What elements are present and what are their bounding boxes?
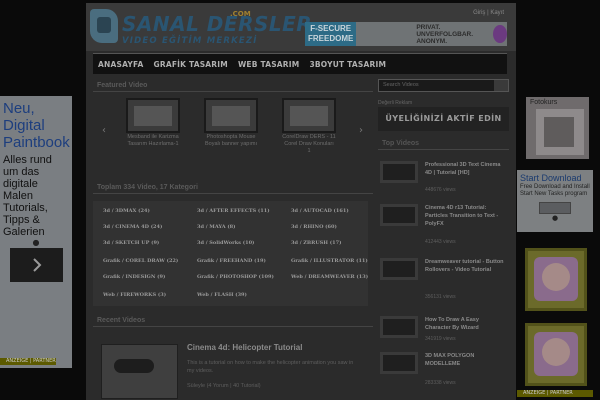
categories-title: Toplam 334 Video, 17 Kategori [93,181,373,194]
category-link[interactable]: 3d / MAYA (8) [197,224,236,230]
right-ad-image[interactable]: Fotokurs [526,97,589,159]
top-video-views: 356131 views [425,294,456,300]
header-ad-brand: F-SECURE FREEDOME [305,22,357,46]
category-link[interactable]: 3d / CINEMA 4D (24) [103,224,162,230]
game-ad[interactable] [525,323,587,386]
featured-thumbnail[interactable] [282,98,336,133]
top-video-thumbnail[interactable] [380,352,418,374]
top-video-title[interactable]: Professional 3D Text Cinema 4D | Tutoria… [425,161,505,177]
nav-item-web[interactable]: WEB TASARIM [233,60,305,69]
featured-caption[interactable]: Mesband ile Karizma Tasarım Hazırlama-1 [126,134,180,148]
top-videos-title: Top Videos [378,137,509,150]
category-link[interactable]: 3d / ZBRUSH (17) [291,240,341,246]
recent-video-thumbnail[interactable] [101,344,178,399]
download-ad-dot-icon: ● [551,214,559,222]
category-link[interactable]: 3d / SolidWorks (10) [197,240,254,246]
recent-title: Recent Videos [93,314,373,327]
download-ad-title: Start Download [520,173,582,183]
site-header: SANAL DERSLER .COM VIDEO EĞİTİM MERKEZİ … [86,3,516,51]
left-ad-title: Neu, Digital Paintbook [3,100,70,151]
category-link[interactable]: Grafik / INDESIGN (9) [103,274,165,280]
top-video-thumbnail[interactable] [380,161,418,183]
category-link[interactable]: 3d / RHINO (60) [291,224,337,230]
top-video-thumbnail[interactable] [380,204,418,226]
top-video-title[interactable]: How To Draw A Easy Character By Wizard [425,316,505,332]
left-ad-arrow-button[interactable] [10,248,63,282]
logo-subtitle: VIDEO EĞİTİM MERKEZİ [122,36,258,46]
top-video-thumbnail[interactable] [380,258,418,280]
category-link[interactable]: 3d / SKETCH UP (9) [103,240,159,246]
sponsor-label: Değerli Reklam [378,100,413,106]
recent-video-title[interactable]: Cinema 4d: Helicopter Tutorial [187,343,302,352]
nav-item-graphic[interactable]: GRAFİK TASARIM [148,60,232,69]
category-link[interactable]: Web / DREAMWEAVER (13) [291,274,368,280]
logo-com: .COM [230,10,251,18]
download-ad-button[interactable] [539,202,571,214]
featured-carousel: ‹ › Mesband ile Karizma Tasarım Hazırlam… [93,95,373,177]
featured-item[interactable]: CorelDraw DERS - 11 Corel Draw Konuları … [282,98,336,155]
header-ad-badge-icon [493,25,507,43]
header-ad-slogan: PRIVAT. UNVERFOLGBAR. ANONYM. [416,23,474,45]
right-ad-strip: ANZEIGE | PARTNER [517,390,593,397]
left-side-ad[interactable]: Neu, Digital Paintbook Alles rund um das… [0,96,72,368]
main-nav: ANASAYFA GRAFİK TASARIM WEB TASARIM 3BOY… [93,53,507,74]
featured-title: Featured Video [93,79,373,92]
logo-text[interactable]: SANAL DERSLER [122,12,312,36]
category-link[interactable]: 3d / 3DMAX (24) [103,208,150,214]
category-link[interactable]: 3d / AFTER EFFECTS (11) [197,208,270,214]
helicopter-image [114,359,154,373]
featured-thumbnail[interactable] [126,98,180,133]
category-link[interactable]: Grafik / FREEHAND (19) [197,258,266,264]
top-video-title[interactable]: Cinema 4D r13 Tutorial: Particles Transi… [425,204,505,228]
header-ad-banner[interactable]: F-SECURE FREEDOME PRIVAT. UNVERFOLGBAR. … [305,22,507,46]
download-ad[interactable]: Start Download Free Download and Install… [517,170,593,232]
carousel-next-icon[interactable]: › [359,125,363,136]
categories-box: 3d / 3DMAX (24) 3d / AFTER EFFECTS (11) … [93,201,368,306]
left-ad-dot-icon: ● [32,238,40,247]
category-link[interactable]: 3d / AUTOCAD (161) [291,208,349,214]
search-button[interactable] [494,80,508,91]
top-video-views: 341919 views [425,336,456,342]
search-input[interactable]: Search Videos [378,79,509,92]
nav-item-home[interactable]: ANASAYFA [93,60,148,69]
featured-item[interactable]: Photoshopta Mouse Boyalı banner yapımı [204,98,258,148]
category-link[interactable]: Grafik / ILLUSTRATOR (11) [291,258,368,264]
featured-caption[interactable]: CorelDraw DERS - 11 Corel Draw Konuları … [282,134,336,155]
chevron-right-icon [32,258,41,272]
top-video-title[interactable]: Dreamweaver tutorial - Button Rollovers … [425,258,505,274]
category-link[interactable]: Grafik / COREL DRAW (22) [103,258,178,264]
right-ad-photo-detail [544,117,574,147]
carousel-prev-icon[interactable]: ‹ [102,125,106,136]
featured-thumbnail[interactable] [204,98,258,133]
left-ad-body: Alles rund um das digitale Malen Tutoria… [3,154,52,238]
category-link[interactable]: Web / FIREWORKS (3) [103,292,166,298]
top-video-title[interactable]: 3D MAX POLYGON MODELLEME [425,352,505,368]
download-ad-subtitle: Free Download and Install Start New Task… [520,184,590,197]
top-video-thumbnail[interactable] [380,316,418,338]
game-ad[interactable] [525,248,587,311]
right-ad-tag: Fotokurs [530,99,558,106]
top-video-views: 412443 views [425,239,456,245]
game-ad-character [542,263,570,291]
recent-video-meta: Süleyle (4 Yorum | 40 Tutorial) [187,383,261,389]
category-link[interactable]: Web / FLASH (39) [197,292,247,298]
nav-item-3d[interactable]: 3BOYUT TASARIM [304,60,391,69]
category-link[interactable]: Grafik / PHOTOSHOP (109) [197,274,274,280]
featured-caption[interactable]: Photoshopta Mouse Boyalı banner yapımı [204,134,258,148]
top-video-views: 448676 views [425,187,456,193]
left-ad-strip: ANZEIGE | PARTNER [0,358,56,365]
top-video-views: 283338 views [425,380,456,386]
login-links[interactable]: Giriş | Kayıt [473,10,504,16]
game-ad-character [542,338,570,366]
logo-icon[interactable] [90,9,118,43]
membership-banner[interactable]: ÜYELİĞİNİZİ AKTİF EDİN [378,107,509,131]
featured-item[interactable]: Mesband ile Karizma Tasarım Hazırlama-1 [126,98,180,148]
recent-video-description: This is a tutorial on how to make the he… [187,360,354,374]
